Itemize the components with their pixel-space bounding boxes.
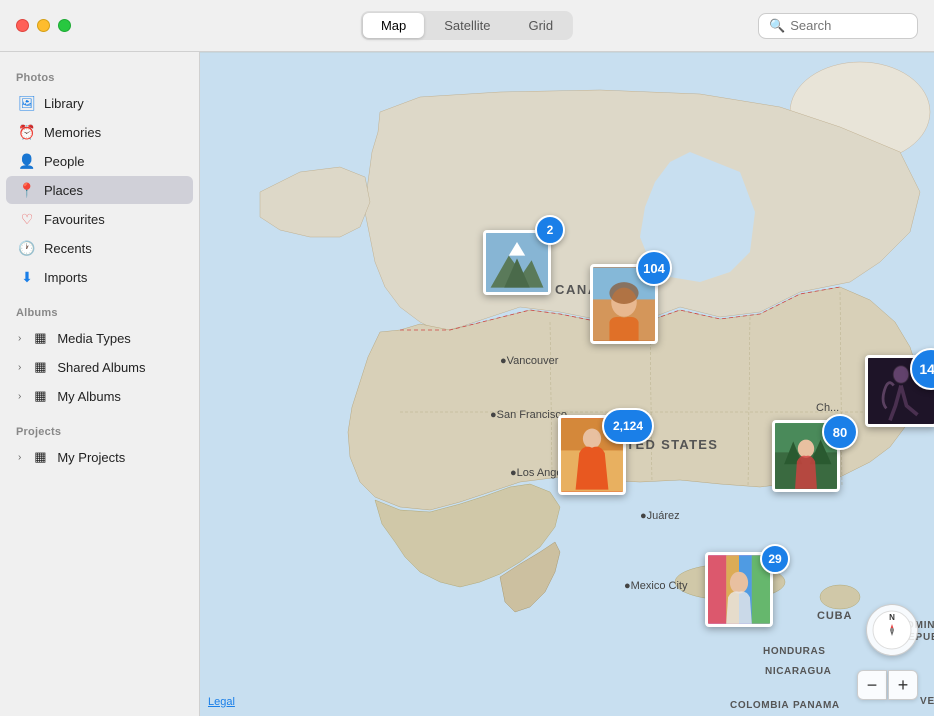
sidebar-item-recents[interactable]: 🕐 Recents <box>6 234 193 262</box>
sidebar-item-people[interactable]: 👤 People <box>6 147 193 175</box>
search-input[interactable] <box>790 18 907 33</box>
chevron-icon: › <box>18 391 21 402</box>
places-icon: 📍 <box>18 181 36 199</box>
search-box[interactable]: 🔍 <box>758 13 918 39</box>
chevron-icon: › <box>18 362 21 373</box>
sidebar-item-library[interactable]: 🖼 Library <box>6 89 193 117</box>
sidebar-item-my-projects[interactable]: › ▦ My Projects <box>6 443 193 471</box>
pin-147[interactable]: 147 <box>910 348 934 390</box>
sidebar: Photos 🖼 Library ⏰ Memories 👤 People 📍 P… <box>0 52 200 716</box>
sidebar-item-label: People <box>44 154 181 169</box>
pin-2124[interactable]: 2,124 <box>602 408 654 444</box>
sidebar-item-label: My Albums <box>57 389 181 404</box>
zoom-in-button[interactable]: + <box>888 670 918 700</box>
sidebar-item-label: Shared Albums <box>57 360 181 375</box>
tab-grid[interactable]: Grid <box>510 13 571 38</box>
pin-count-2124: 2,124 <box>602 408 654 444</box>
sidebar-item-label: Media Types <box>57 331 181 346</box>
photos-section-label: Photos <box>0 64 199 88</box>
imports-icon: ⬇ <box>18 268 36 286</box>
tab-map[interactable]: Map <box>363 13 424 38</box>
chevron-icon: › <box>18 333 21 344</box>
pin-count-147: 147 <box>910 348 934 390</box>
compass: N <box>866 604 918 656</box>
recents-icon: 🕐 <box>18 239 36 257</box>
legal-link[interactable]: Legal <box>208 696 235 708</box>
sidebar-item-label: Recents <box>44 241 181 256</box>
map-area[interactable]: CANADA UNITED STATES CUBA HONDURAS NICAR… <box>200 52 934 716</box>
sidebar-item-label: Favourites <box>44 212 181 227</box>
albums-section-label: Albums <box>0 299 199 323</box>
sidebar-item-imports[interactable]: ⬇ Imports <box>6 263 193 291</box>
chevron-icon: › <box>18 452 21 463</box>
svg-text:N: N <box>889 613 895 622</box>
pin-count-2: 2 <box>535 215 565 245</box>
sidebar-item-label: Places <box>44 183 181 198</box>
pin-80[interactable]: 80 <box>822 414 858 450</box>
sidebar-item-memories[interactable]: ⏰ Memories <box>6 118 193 146</box>
titlebar: Map Satellite Grid 🔍 <box>0 0 934 52</box>
sidebar-item-label: Library <box>44 96 181 111</box>
main-content: Photos 🖼 Library ⏰ Memories 👤 People 📍 P… <box>0 52 934 716</box>
sidebar-item-my-albums[interactable]: › ▦ My Albums <box>6 382 193 410</box>
minimize-button[interactable] <box>37 19 50 32</box>
sidebar-item-label: My Projects <box>57 450 181 465</box>
zoom-out-button[interactable]: − <box>857 670 887 700</box>
sidebar-item-label: Memories <box>44 125 181 140</box>
shared-albums-icon: ▦ <box>31 358 49 376</box>
traffic-lights <box>16 19 71 32</box>
my-projects-icon: ▦ <box>31 448 49 466</box>
maximize-button[interactable] <box>58 19 71 32</box>
sidebar-item-favourites[interactable]: ♡ Favourites <box>6 205 193 233</box>
sidebar-item-shared-albums[interactable]: › ▦ Shared Albums <box>6 353 193 381</box>
sidebar-item-media-types[interactable]: › ▦ Media Types <box>6 324 193 352</box>
view-tabs: Map Satellite Grid <box>361 11 573 40</box>
my-albums-icon: ▦ <box>31 387 49 405</box>
favourites-icon: ♡ <box>18 210 36 228</box>
zoom-controls: − + <box>857 670 918 700</box>
search-icon: 🔍 <box>769 18 785 34</box>
tab-satellite[interactable]: Satellite <box>426 13 508 38</box>
pin-2[interactable]: 2 <box>535 215 565 245</box>
library-icon: 🖼 <box>18 94 36 112</box>
projects-section-label: Projects <box>0 418 199 442</box>
sidebar-item-places[interactable]: 📍 Places <box>6 176 193 204</box>
close-button[interactable] <box>16 19 29 32</box>
sidebar-item-label: Imports <box>44 270 181 285</box>
media-types-icon: ▦ <box>31 329 49 347</box>
memories-icon: ⏰ <box>18 123 36 141</box>
pin-count-104: 104 <box>636 250 672 286</box>
pin-count-80: 80 <box>822 414 858 450</box>
people-icon: 👤 <box>18 152 36 170</box>
pin-29[interactable]: 29 <box>760 544 790 574</box>
pin-count-29: 29 <box>760 544 790 574</box>
map-background <box>200 52 934 716</box>
pin-104[interactable]: 104 <box>636 250 672 286</box>
